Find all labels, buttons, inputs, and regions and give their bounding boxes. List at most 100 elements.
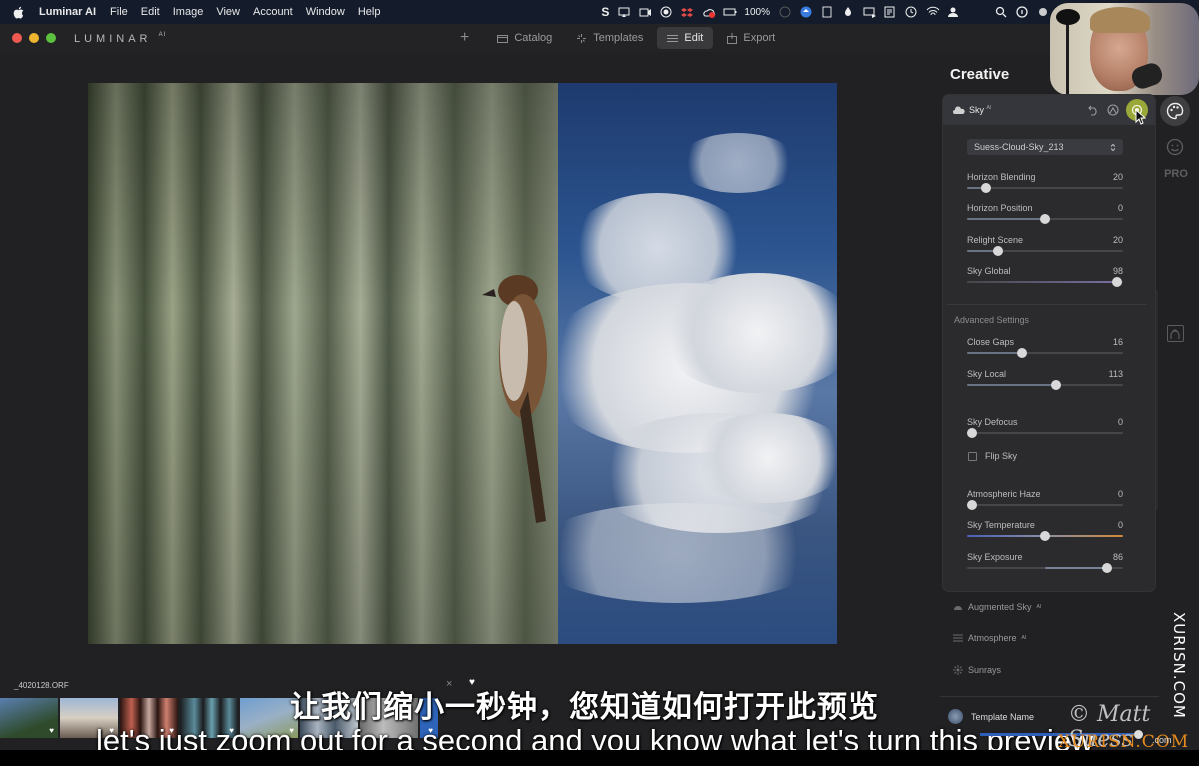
reset-tool-button[interactable]: [1086, 103, 1100, 117]
status-tray: S 100%: [601, 0, 1049, 24]
dropbox-icon[interactable]: [681, 6, 694, 18]
smiley-icon: [1166, 138, 1184, 156]
evernote-icon[interactable]: [821, 6, 833, 18]
close-window-button[interactable]: [12, 33, 22, 43]
creative-category-button[interactable]: [1160, 96, 1190, 126]
photo-canvas[interactable]: [88, 83, 837, 644]
tab-templates-label: Templates: [593, 32, 644, 44]
filmstrip-thumb[interactable]: ♥: [0, 698, 58, 738]
divider: [940, 696, 1159, 697]
divider: [947, 304, 1147, 305]
sky-tool-title: Sky AI: [969, 105, 992, 115]
upload-icon[interactable]: [800, 6, 812, 18]
tab-templates[interactable]: Templates: [566, 27, 653, 49]
app-toolbar: LUMINAR AI + Catalog Templates Edit Expo…: [0, 24, 1199, 52]
sky-region: [528, 83, 837, 644]
slider-knob[interactable]: [1051, 380, 1061, 390]
app-icon[interactable]: [779, 6, 791, 18]
template-row[interactable]: Template Name: [948, 709, 1034, 724]
sky-selection-value: Suess-Cloud-Sky_213: [974, 142, 1064, 152]
menu-image[interactable]: Image: [173, 6, 204, 18]
undo-icon: [1087, 105, 1097, 116]
battery-icon: [723, 6, 737, 18]
watermark-suffix: .com: [1152, 735, 1172, 745]
subtitle-chinese: 让我们缩小一秒钟，您知道如何打开此预览: [290, 691, 879, 724]
camera-icon[interactable]: [639, 6, 652, 18]
slider-knob[interactable]: [967, 428, 977, 438]
airplay-icon[interactable]: [618, 6, 630, 18]
mask-icon: [1107, 104, 1119, 116]
template-avatar: [948, 709, 963, 724]
user-icon[interactable]: [947, 6, 959, 18]
flame-icon[interactable]: [842, 6, 854, 18]
tool-atmosphere[interactable]: Atmosphere AI: [953, 633, 1026, 643]
apple-icon[interactable]: [13, 5, 27, 19]
tool-sunrays[interactable]: Sunrays: [953, 665, 1001, 675]
cloud-icon: [953, 106, 965, 114]
menu-help[interactable]: Help: [358, 6, 381, 18]
display-icon[interactable]: [863, 6, 876, 18]
folder-icon: [497, 34, 509, 43]
slider-knob[interactable]: [1102, 563, 1112, 573]
add-photos-button[interactable]: +: [460, 29, 469, 47]
palette-icon: [1166, 102, 1184, 120]
filename-label: _4020128.ORF: [14, 681, 69, 690]
mask-tool-button[interactable]: [1106, 103, 1120, 117]
slider-knob[interactable]: [1112, 277, 1122, 287]
slider-knob[interactable]: [1040, 214, 1050, 224]
menu-window[interactable]: Window: [306, 6, 345, 18]
sparkle-icon: [577, 33, 587, 43]
slider-knob[interactable]: [981, 183, 991, 193]
sky-selection-dropdown[interactable]: Suess-Cloud-Sky_213: [967, 139, 1123, 155]
menu-app-name[interactable]: Luminar AI: [39, 6, 96, 18]
flip-sky-label: Flip Sky: [985, 451, 1018, 461]
zoom-window-button[interactable]: [46, 33, 56, 43]
slider-knob[interactable]: [993, 246, 1003, 256]
menu-bar: Luminar AI File Edit Image View Account …: [0, 0, 1199, 24]
creative-cloud-icon[interactable]: [702, 6, 716, 18]
sliders-icon: [667, 34, 679, 42]
window-controls: [12, 33, 56, 43]
tool-augmented-sky[interactable]: Augmented Sky AI: [953, 602, 1041, 612]
slider-knob[interactable]: [1040, 531, 1050, 541]
menu-account[interactable]: Account: [253, 6, 293, 18]
control-center-icon[interactable]: [1037, 6, 1049, 18]
time-machine-icon[interactable]: [905, 6, 917, 18]
notes-icon[interactable]: [884, 6, 896, 18]
advanced-settings-label[interactable]: Advanced Settings: [954, 315, 1029, 325]
sky-tool-panel: Sky AI Suess-Cloud-Sky_213 Horizon Blend…: [943, 95, 1155, 591]
pro-category-button[interactable]: PRO: [1160, 168, 1192, 180]
portrait-category-button[interactable]: [1160, 132, 1190, 162]
sunrays-icon: [953, 665, 963, 675]
menu-view[interactable]: View: [216, 6, 240, 18]
mouse-cursor-icon: [1135, 109, 1147, 125]
augmented-sky-icon: [954, 606, 962, 610]
info-icon[interactable]: [1016, 6, 1028, 18]
search-icon[interactable]: [995, 6, 1007, 18]
webcam-overlay: [1050, 3, 1199, 95]
tab-catalog-label: Catalog: [514, 32, 553, 44]
sky-tool-header[interactable]: Sky AI: [943, 95, 1155, 125]
menu-file[interactable]: File: [110, 6, 128, 18]
sparrow-subject: [482, 275, 547, 523]
portrait-icon[interactable]: [1167, 325, 1184, 342]
slider-knob[interactable]: [967, 500, 977, 510]
minimize-window-button[interactable]: [29, 33, 39, 43]
template-name: Template Name: [971, 711, 1035, 722]
checkbox-box[interactable]: [968, 451, 977, 461]
record-icon[interactable]: [660, 6, 672, 18]
app-logo: LUMINAR AI: [74, 31, 167, 45]
tab-edit[interactable]: Edit: [657, 27, 714, 49]
menu-edit[interactable]: Edit: [141, 6, 160, 18]
tool-category-bar: PRO: [1160, 96, 1192, 180]
main-nav: + Catalog Templates Edit Export: [460, 24, 789, 52]
flip-sky-checkbox[interactable]: Flip Sky: [968, 451, 1017, 461]
slider-knob[interactable]: [1017, 348, 1027, 358]
share-icon: [727, 32, 738, 44]
atmosphere-icon: [953, 634, 963, 642]
wifi-icon[interactable]: [926, 6, 940, 18]
tab-export[interactable]: Export: [717, 27, 785, 49]
skype-icon[interactable]: S: [601, 5, 609, 19]
panel-scrollbar[interactable]: [1155, 290, 1158, 510]
tab-catalog[interactable]: Catalog: [487, 27, 562, 49]
